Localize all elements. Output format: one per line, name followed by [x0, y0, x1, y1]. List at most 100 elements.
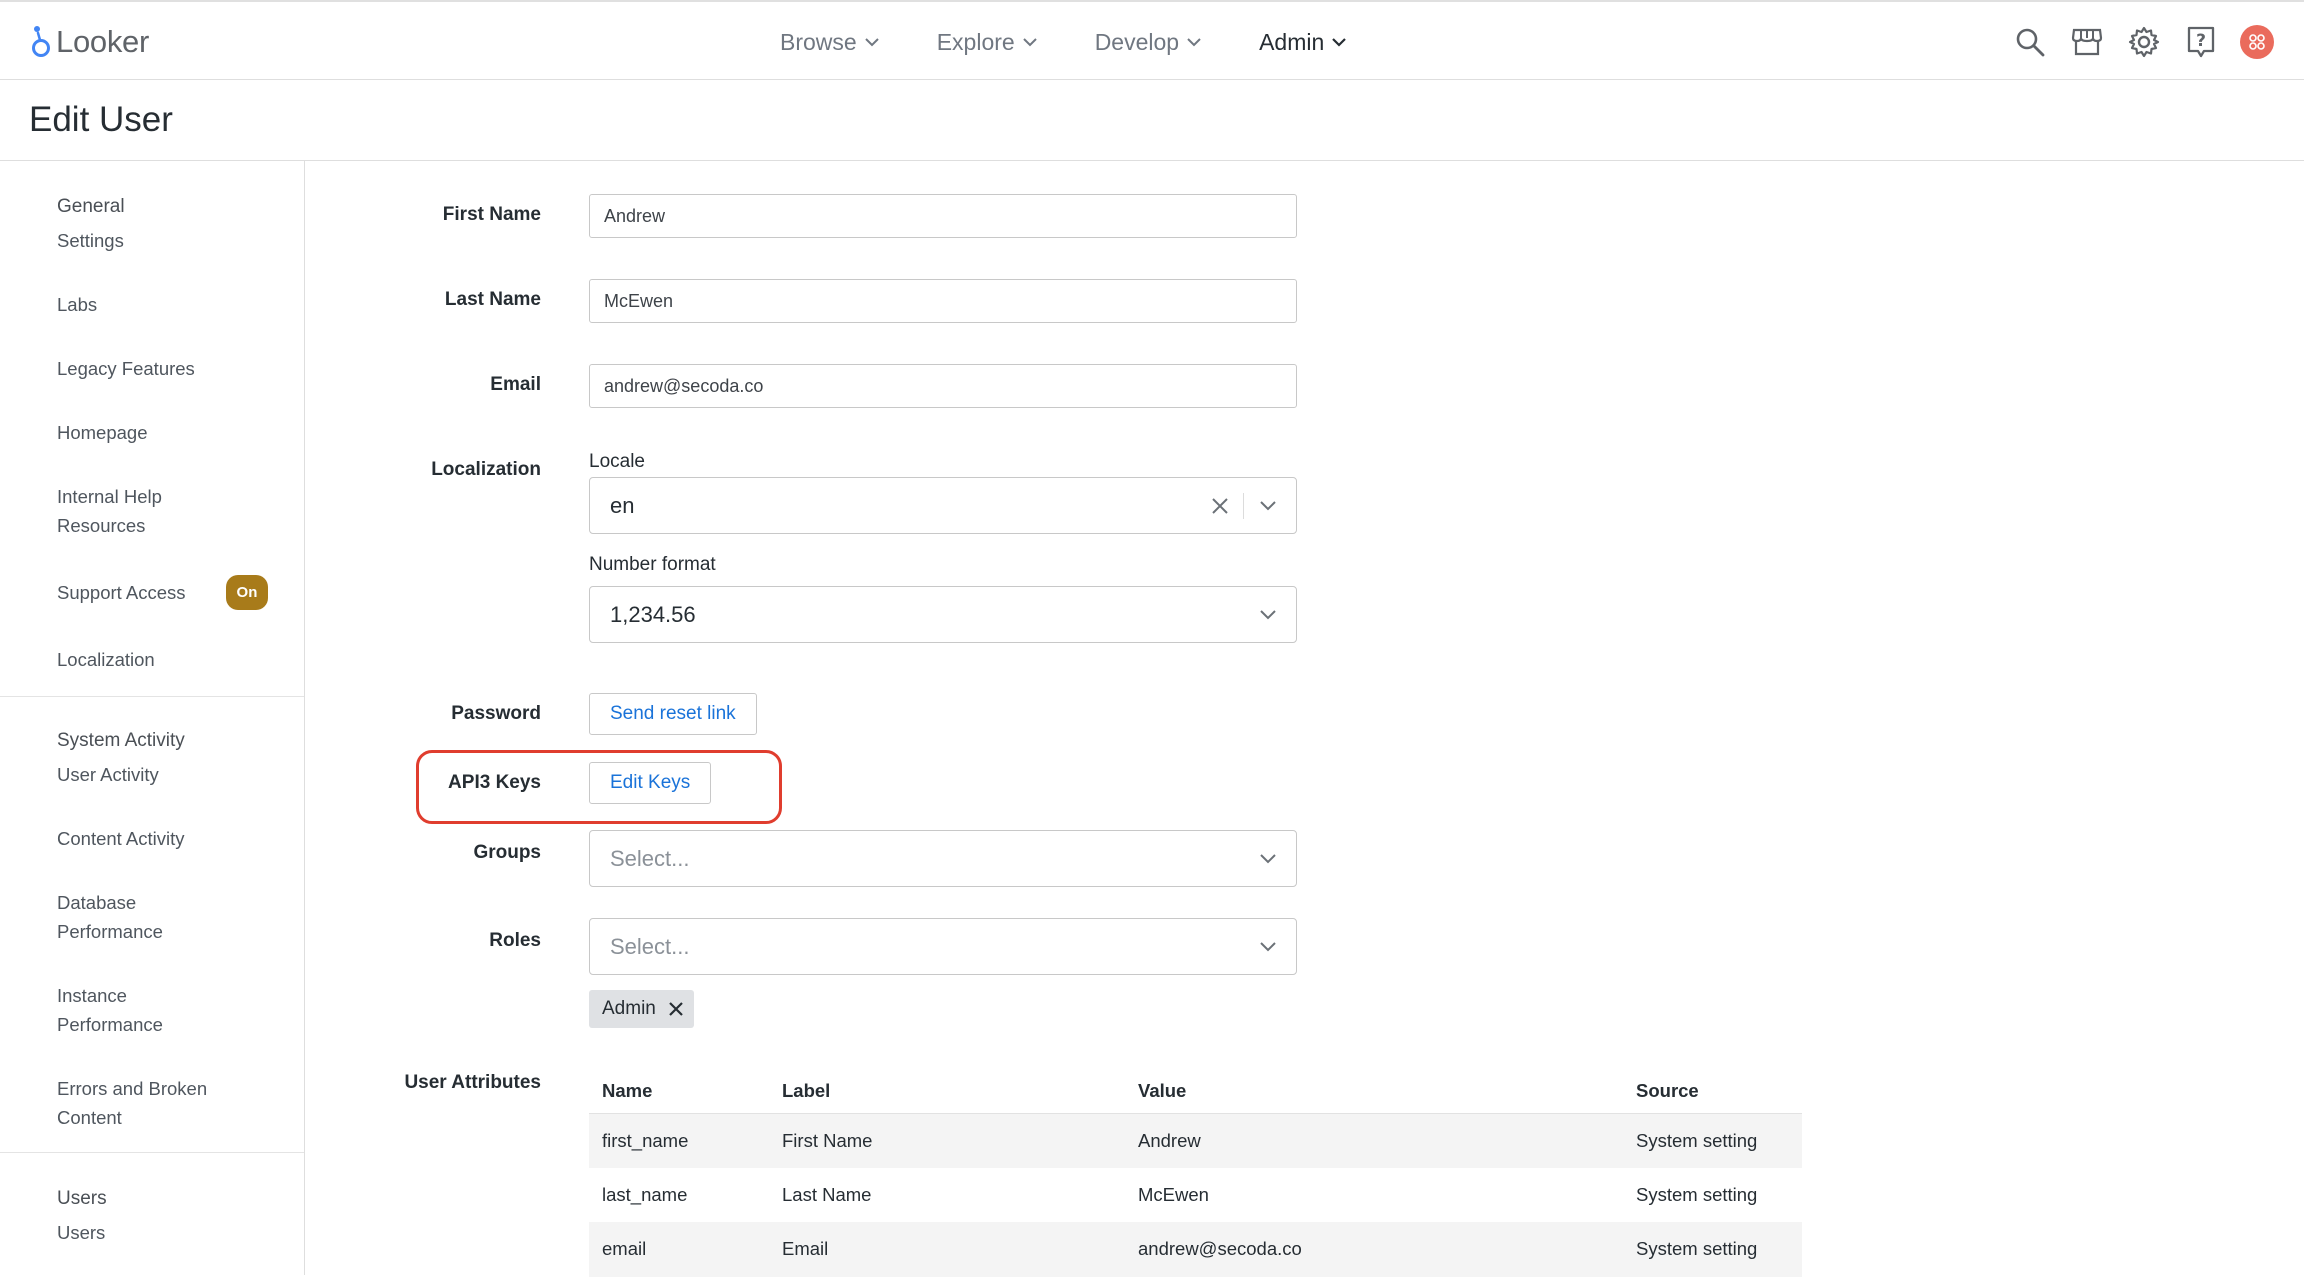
sidebar-item-content-activity[interactable]: Content Activity	[57, 824, 304, 853]
role-chip-admin: Admin	[589, 990, 694, 1028]
gear-icon[interactable]	[2126, 24, 2162, 60]
sidebar-item-settings[interactable]: Settings	[57, 226, 304, 255]
sidebar-item-label: Support Access	[57, 582, 186, 603]
table-cell: McEwen	[1138, 1183, 1209, 1205]
nav-explore-label: Explore	[936, 28, 1015, 55]
top-navigation-bar: Looker Browse Explore Develop Admin ?	[0, 0, 2304, 80]
select-separator	[1243, 492, 1244, 519]
help-icon[interactable]: ?	[2183, 24, 2219, 60]
nav-develop[interactable]: Develop	[1095, 29, 1201, 56]
first-name-label: First Name	[442, 204, 541, 225]
table-cell: Andrew	[1125, 1113, 1623, 1168]
chevron-down-icon[interactable]	[1260, 853, 1276, 864]
email-field[interactable]: andrew@secoda.co	[589, 364, 1297, 408]
table-header-row: Name Label Value Source	[589, 1059, 1802, 1114]
table-cell: Email	[769, 1222, 1125, 1277]
sidebar-section-system-activity: System Activity User Activity Content Ac…	[0, 730, 304, 1132]
sidebar-item-legacy-features[interactable]: Legacy Features	[57, 354, 304, 383]
chevron-down-icon[interactable]	[1260, 941, 1276, 952]
nav-admin-label: Admin	[1259, 28, 1325, 55]
send-reset-link-button[interactable]: Send reset link	[589, 693, 757, 735]
page-title: Edit User	[29, 100, 173, 139]
number-format-caption: Number format	[589, 554, 716, 575]
sidebar-item-label: Users	[57, 1222, 106, 1243]
column-header-source: Source	[1623, 1059, 1802, 1114]
clear-icon[interactable]	[1211, 497, 1229, 515]
table-cell: System setting	[1623, 1222, 1802, 1277]
main-nav: Browse Explore Develop Admin	[780, 2, 1404, 82]
sidebar-section-users: Users Users	[0, 1188, 304, 1247]
chevron-down-icon	[1332, 37, 1347, 47]
sidebar-item-label: Labs	[57, 294, 98, 315]
number-format-value: 1,234.56	[610, 601, 696, 627]
sidebar-item-labs[interactable]: Labs	[57, 290, 304, 319]
looker-logo[interactable]: Looker	[30, 24, 149, 60]
avatar[interactable]	[2240, 25, 2274, 59]
last-name-field[interactable]: McEwen	[589, 279, 1297, 323]
sidebar-item-localization[interactable]: Localization	[57, 645, 304, 674]
table-cell: System setting	[1636, 1183, 1758, 1205]
sidebar-item-label: Instance Performance	[57, 985, 163, 1035]
groups-label: Groups	[473, 842, 541, 863]
locale-value: en	[610, 492, 635, 518]
nav-explore[interactable]: Explore	[937, 29, 1037, 56]
nav-browse[interactable]: Browse	[780, 29, 879, 56]
sidebar-heading-users: Users	[57, 1188, 107, 1209]
top-icon-group: ?	[1991, 2, 2274, 82]
column-header-label: Label	[769, 1059, 1125, 1114]
first-name-field[interactable]: Andrew	[589, 194, 1297, 238]
remove-chip-icon[interactable]	[668, 1001, 684, 1017]
nav-browse-label: Browse	[780, 28, 857, 55]
localization-label: Localization	[431, 459, 541, 480]
sidebar-item-label: User Activity	[57, 764, 159, 785]
sidebar-item-instance-performance[interactable]: Instance Performance	[57, 981, 197, 1039]
column-header-name: Name	[589, 1059, 769, 1114]
status-badge: On	[225, 575, 269, 610]
role-chip-label: Admin	[602, 998, 656, 1019]
table-row[interactable]: first_name First Name Andrew System sett…	[589, 1113, 1802, 1168]
chevron-down-icon[interactable]	[1260, 609, 1276, 620]
table-cell: first_name	[589, 1113, 769, 1168]
nav-admin[interactable]: Admin	[1259, 28, 1347, 56]
sidebar-item-errors-broken-content[interactable]: Errors and Broken Content	[57, 1074, 227, 1132]
user-attributes-label: User Attributes	[404, 1072, 541, 1093]
search-icon[interactable]	[2012, 24, 2048, 60]
email-label: Email	[490, 374, 541, 395]
roles-placeholder: Select...	[610, 933, 690, 959]
table-row[interactable]: last_name Last Name McEwen System settin…	[589, 1168, 1802, 1223]
sidebar-item-label: Errors and Broken Content	[57, 1078, 208, 1128]
sidebar-item-homepage[interactable]: Homepage	[57, 418, 304, 447]
sidebar-item-internal-help-resources[interactable]: Internal Help Resources	[57, 482, 207, 540]
nav-develop-label: Develop	[1094, 28, 1180, 55]
sidebar-item-label: Localization	[57, 649, 155, 670]
svg-text:?: ?	[2196, 31, 2206, 51]
admin-sidebar: General Settings Labs Legacy Features Ho…	[0, 161, 305, 1275]
sidebar-heading-system-activity: System Activity	[57, 730, 185, 751]
sidebar-item-user-activity[interactable]: User Activity	[57, 760, 304, 789]
groups-select[interactable]: Select...	[589, 830, 1297, 887]
table-cell: last_name	[602, 1183, 688, 1205]
sidebar-item-label: Database Performance	[57, 892, 163, 942]
sidebar-item-label: Legacy Features	[57, 358, 195, 379]
table-cell: email	[589, 1222, 769, 1277]
roles-label: Roles	[489, 930, 541, 951]
sidebar-item-support-access[interactable]: Support Access On	[57, 575, 304, 610]
sidebar-item-label: Settings	[57, 230, 124, 251]
sidebar-item-users[interactable]: Users	[57, 1218, 304, 1247]
locale-select[interactable]: en	[589, 477, 1297, 534]
number-format-select[interactable]: 1,234.56	[589, 586, 1297, 643]
table-cell: System setting	[1623, 1113, 1802, 1168]
chevron-down-icon	[864, 37, 879, 46]
sidebar-item-database-performance[interactable]: Database Performance	[57, 888, 197, 946]
table-row[interactable]: email Email andrew@secoda.co System sett…	[589, 1222, 1802, 1277]
marketplace-icon[interactable]	[2069, 24, 2105, 60]
table-cell: First Name	[769, 1113, 1125, 1168]
chevron-down-icon[interactable]	[1260, 500, 1276, 511]
password-label: Password	[451, 703, 541, 724]
roles-select[interactable]: Select...	[589, 918, 1297, 975]
locale-caption: Locale	[589, 451, 645, 472]
sidebar-item-label: Homepage	[57, 422, 148, 443]
sidebar-section-general: General Settings Labs Legacy Features Ho…	[0, 196, 304, 674]
looker-logo-icon	[32, 26, 50, 57]
edit-keys-button[interactable]: Edit Keys	[589, 762, 712, 804]
